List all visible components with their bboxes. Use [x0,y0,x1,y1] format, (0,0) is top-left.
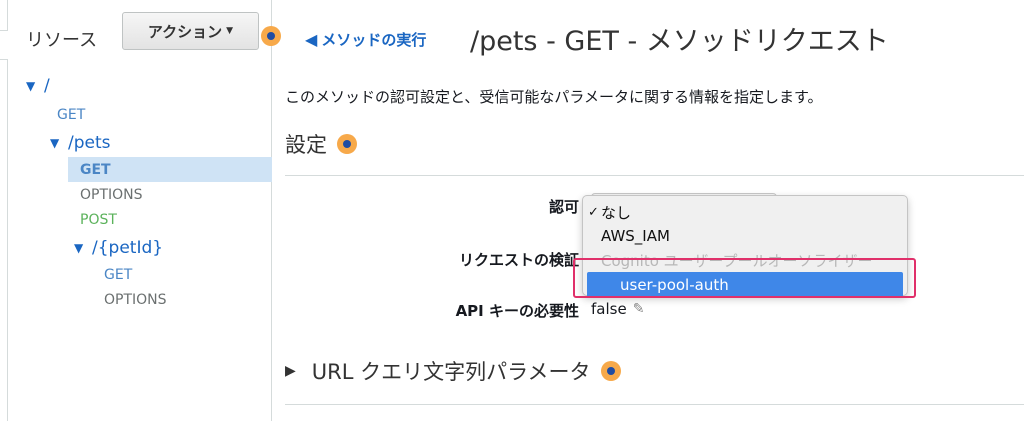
tree-item-label: POST [80,212,117,228]
actions-label: アクション [147,22,223,41]
api-key-required-value[interactable]: false ✎ [591,300,644,318]
tree-item-petid[interactable]: ▼ /{petId} [74,236,163,260]
api-key-required-label: API キーの必要性 [455,302,579,320]
checkmark-icon: ✓ [588,204,599,220]
settings-heading: 設定 [285,129,357,159]
expand-triangle-icon[interactable]: ▶ [285,363,296,379]
tree-item-label: /pets [68,133,111,153]
tree-item-pets-options[interactable]: OPTIONS [80,183,143,207]
callout-highlight-box [573,258,916,298]
expand-triangle-icon[interactable]: ▼ [74,241,92,255]
divider [285,175,1024,176]
option-label: AWS_IAM [601,227,670,245]
page-title: /pets - GET - メソッドリクエスト [470,26,889,57]
settings-heading-label: 設定 [285,133,327,157]
info-icon[interactable] [337,134,357,154]
pencil-icon[interactable]: ✎ [633,301,645,317]
dropdown-option-aws-iam[interactable]: AWS_IAM [583,224,907,248]
tree-item-label: GET [104,267,133,283]
tree-item-petid-get[interactable]: GET [104,263,132,287]
tree-item-pets[interactable]: ▼ /pets [50,131,111,155]
panel-tab[interactable] [0,30,8,60]
url-query-params-section[interactable]: ▶ URL クエリ文字列パラメータ [285,356,621,386]
authorization-label: 認可 [548,198,579,216]
info-icon[interactable] [600,361,621,381]
expand-triangle-icon[interactable]: ▼ [26,79,44,93]
resources-sidebar: リソース アクション ▼ ▼ / GET ▼ /pets GET OPTIONS … [8,0,281,421]
actions-button[interactable]: アクション ▼ [122,12,259,50]
tree-item-label: /{petId} [92,238,164,258]
tree-item-petid-options[interactable]: OPTIONS [104,288,167,312]
back-to-method-execution-link[interactable]: ◀ メソッドの実行 [305,29,426,50]
tree-item-root[interactable]: ▼ / [26,74,50,98]
tree-item-pets-post[interactable]: POST [80,208,117,232]
tree-item-label: GET [57,107,86,123]
tree-item-label: GET [80,162,111,178]
arrow-left-icon: ◀ [305,30,318,49]
dropdown-option-none[interactable]: ✓ なし [583,200,907,224]
page-description: このメソッドの認可設定と、受信可能なパラメータに関する情報を指定します。 [285,88,823,106]
resources-title: リソース [26,30,98,51]
tree-item-pets-get[interactable]: GET [80,158,111,182]
url-query-params-label: URL クエリ文字列パラメータ [311,360,591,384]
caret-down-icon: ▼ [226,26,234,36]
divider [285,404,1024,405]
tree-item-label: / [44,76,50,96]
api-key-value-text: false [591,300,627,318]
back-link-label: メソッドの実行 [321,31,427,49]
option-label: なし [601,203,632,222]
tree-item-label: OPTIONS [104,292,167,308]
tree-item-root-get[interactable]: GET [57,103,85,127]
left-panel-edge [0,0,8,421]
request-validation-label: リクエストの検証 [458,251,579,269]
expand-triangle-icon[interactable]: ▼ [50,136,68,150]
tree-item-label: OPTIONS [80,187,143,203]
